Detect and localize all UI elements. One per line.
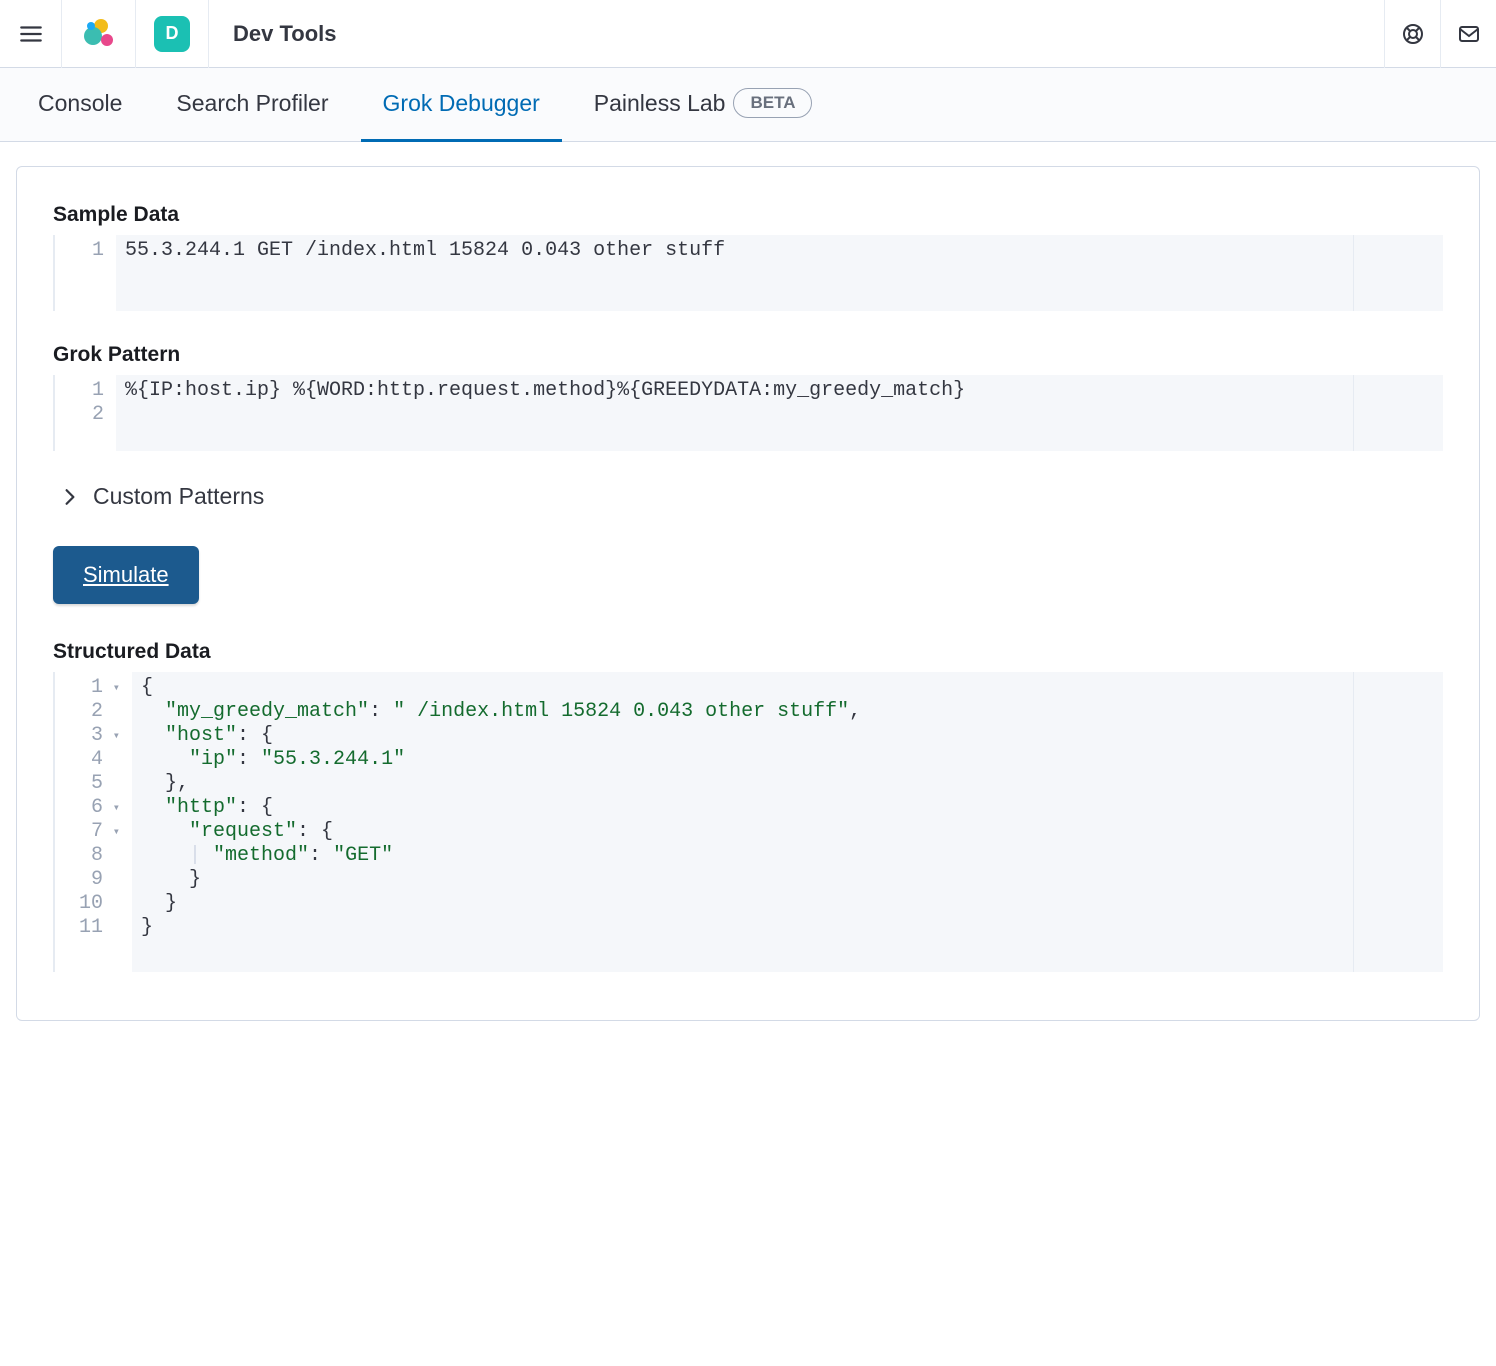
elastic-logo[interactable] <box>62 0 136 68</box>
grok-pattern-code[interactable]: %{IP:host.ip} %{WORD:http.request.method… <box>117 375 1443 451</box>
sample-data-gutter: 1 <box>55 235 117 311</box>
beta-badge: BETA <box>733 88 812 118</box>
structured-data-code: { "my_greedy_match": " /index.html 15824… <box>133 672 1443 972</box>
tab-painless-lab[interactable]: Painless Lab BETA <box>572 68 835 142</box>
grok-debugger-panel: Sample Data 1 55.3.244.1 GET /index.html… <box>16 166 1480 1021</box>
top-bar: D Dev Tools <box>0 0 1496 68</box>
structured-data-gutter: 1▾23▾456▾7▾891011 <box>55 672 133 972</box>
custom-patterns-label: Custom Patterns <box>93 483 264 510</box>
space-selector[interactable]: D <box>136 0 209 68</box>
help-button[interactable] <box>1384 0 1440 68</box>
tab-painless-lab-label: Painless Lab <box>594 90 726 117</box>
simulate-button[interactable]: Simulate <box>53 546 199 604</box>
tab-console[interactable]: Console <box>16 68 144 142</box>
tab-grok-debugger[interactable]: Grok Debugger <box>361 68 562 142</box>
lifebuoy-icon <box>1401 22 1425 46</box>
menu-toggle-button[interactable] <box>0 0 62 68</box>
mail-icon <box>1457 22 1481 46</box>
grok-pattern-gutter: 12 <box>55 375 117 451</box>
structured-data-viewer[interactable]: 1▾23▾456▾7▾891011 { "my_greedy_match": "… <box>53 672 1443 972</box>
grok-pattern-label: Grok Pattern <box>53 343 1443 367</box>
structured-data-label: Structured Data <box>53 640 1443 664</box>
newsfeed-button[interactable] <box>1440 0 1496 68</box>
structured-data-section: Structured Data 1▾23▾456▾7▾891011 { "my_… <box>53 640 1443 972</box>
breadcrumb: Dev Tools <box>209 21 361 47</box>
hamburger-icon <box>18 21 44 47</box>
content: Sample Data 1 55.3.244.1 GET /index.html… <box>0 142 1496 1045</box>
tabs-bar: Console Search Profiler Grok Debugger Pa… <box>0 68 1496 142</box>
space-badge: D <box>154 16 190 52</box>
sample-data-label: Sample Data <box>53 203 1443 227</box>
top-bar-left: D Dev Tools <box>0 0 361 68</box>
chevron-right-icon <box>61 488 79 506</box>
elastic-logo-icon <box>81 16 117 52</box>
sample-data-editor[interactable]: 1 55.3.244.1 GET /index.html 15824 0.043… <box>53 235 1443 311</box>
tab-search-profiler[interactable]: Search Profiler <box>154 68 350 142</box>
grok-pattern-editor[interactable]: 12 %{IP:host.ip} %{WORD:http.request.met… <box>53 375 1443 451</box>
custom-patterns-accordion[interactable]: Custom Patterns <box>61 483 1443 510</box>
sample-data-code[interactable]: 55.3.244.1 GET /index.html 15824 0.043 o… <box>117 235 1443 311</box>
